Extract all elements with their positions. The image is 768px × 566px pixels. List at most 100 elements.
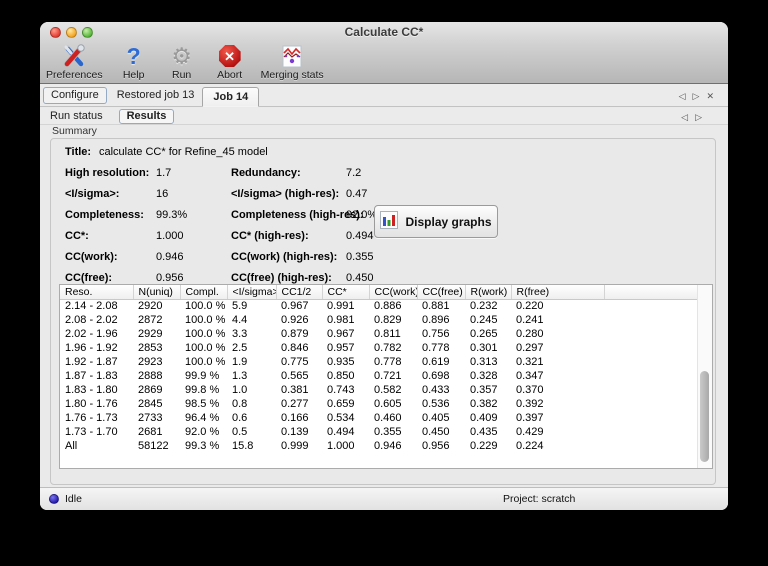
table-cell: 1.87 - 1.83: [65, 370, 118, 382]
display-graphs-button[interactable]: Display graphs: [374, 205, 498, 238]
tab-scroll-left-icon[interactable]: ◁: [679, 91, 686, 102]
table-cell: 2733: [138, 412, 163, 424]
column-header[interactable]: <I/sigma>: [226, 285, 276, 300]
column-header[interactable]: R(work): [464, 285, 511, 300]
summary-label: CC(free):: [65, 272, 113, 284]
table-cell: 0.967: [327, 328, 355, 340]
window-chrome: Calculate CC* Preferences ? Help ⚙ Run ✕…: [40, 22, 728, 84]
tab-run-status[interactable]: Run status: [50, 110, 113, 122]
table-cell: 1.9: [232, 356, 248, 368]
tab-configure[interactable]: Configure: [43, 87, 107, 104]
table-cell: 0.981: [327, 314, 355, 326]
subtab-scroll-right-icon[interactable]: ▷: [695, 112, 702, 123]
abort-button[interactable]: ✕ Abort: [213, 43, 247, 83]
job-tab-bar: Configure Restored job 13 Job 14 ◁ ▷ ✕: [40, 84, 728, 107]
table-cell: 0.347: [516, 370, 544, 382]
statusbar: Idle Project: scratch: [40, 488, 728, 510]
column-header[interactable]: N(uniq): [132, 285, 180, 300]
table-row[interactable]: 1.76 - 1.73 2733 96.4 % 0.6 0.166 0.534 0.460 0…: [60, 411, 697, 425]
app-window: Calculate CC* Preferences ? Help ⚙ Run ✕…: [40, 22, 728, 510]
table-row[interactable]: 1.92 - 1.87 2923 100.0 % 1.9 0.775 0.935 0.778…: [60, 355, 697, 369]
table-row[interactable]: 2.08 - 2.02 2872 100.0 % 4.4 0.926 0.981 0.829…: [60, 313, 697, 327]
tab-job-14[interactable]: Job 14: [202, 87, 260, 107]
summary-label: <I/sigma>:: [65, 188, 120, 200]
summary-label: CC(work):: [65, 251, 118, 263]
table-cell: 0.619: [422, 356, 450, 368]
table-cell: 0.946: [374, 440, 402, 452]
table-cell: 0.435: [470, 426, 498, 438]
tab-scroll-right-icon[interactable]: ▷: [693, 91, 700, 102]
table-cell: 0.881: [422, 300, 450, 313]
column-header[interactable]: CC(work): [368, 285, 417, 300]
table-cell: 0.450: [422, 426, 450, 438]
preferences-label: Preferences: [46, 69, 103, 81]
table-cell: 0.698: [422, 370, 450, 382]
table-cell: 1.3: [232, 370, 248, 382]
table-row[interactable]: All 58122 99.3 % 15.8 0.999 1.000 0.946 0.956 0.…: [60, 439, 697, 453]
table-cell: 1.73 - 1.70: [65, 426, 118, 438]
toolbar: Preferences ? Help ⚙ Run ✕ Abort Merging…: [46, 43, 324, 83]
tab-close-icon[interactable]: ✕: [706, 91, 714, 102]
table-header-row: Reso. N(uniq) Compl. <I/sigma> CC1/2 CC* CC(wo…: [60, 285, 697, 300]
table-cell: 100.0 %: [185, 300, 226, 313]
subtab-scroll-left-icon[interactable]: ◁: [681, 112, 688, 123]
table-cell: 2.5: [232, 342, 248, 354]
table-cell: 99.8 %: [185, 384, 220, 396]
table-cell: All: [65, 440, 78, 452]
table-row[interactable]: 1.83 - 1.80 2869 99.8 % 1.0 0.381 0.743 0.582 0…: [60, 383, 697, 397]
table-cell: 0.879: [281, 328, 309, 340]
table-cell: 2923: [138, 356, 163, 368]
table-cell: 0.494: [327, 426, 355, 438]
table-cell: 0.355: [374, 426, 402, 438]
summary-label: Redundancy:: [231, 167, 301, 179]
column-header[interactable]: CC*: [321, 285, 369, 300]
table-cell: 0.721: [374, 370, 402, 382]
preferences-button[interactable]: Preferences: [46, 43, 103, 83]
table-cell: 0.241: [516, 314, 544, 326]
table-cell: 1.000: [327, 440, 355, 452]
table-cell: 0.397: [516, 412, 544, 424]
table-cell: 0.245: [470, 314, 498, 326]
table-row[interactable]: 1.80 - 1.76 2845 98.5 % 0.8 0.277 0.659 0.605 0…: [60, 397, 697, 411]
table-cell: 0.967: [281, 300, 309, 313]
table-scrollbar[interactable]: [697, 285, 712, 468]
table-row[interactable]: 2.02 - 1.96 2929 100.0 % 3.3 0.879 0.967 0.811…: [60, 327, 697, 341]
table-cell: 2.08 - 2.02: [65, 314, 118, 326]
table-scrollbar-thumb[interactable]: [700, 371, 709, 462]
column-header[interactable]: R(free): [510, 285, 604, 300]
table-cell: 0.886: [374, 300, 402, 313]
table-cell: 0.313: [470, 356, 498, 368]
tools-icon: [61, 43, 87, 69]
tab-results[interactable]: Results: [118, 108, 175, 124]
summary-value: 0.47: [346, 188, 368, 200]
titlebar[interactable]: Calculate CC*: [40, 22, 728, 42]
table-row[interactable]: 1.96 - 1.92 2853 100.0 % 2.5 0.846 0.957 0.782…: [60, 341, 697, 355]
table-cell: 0.846: [281, 342, 309, 354]
table-cell: 0.382: [470, 398, 498, 410]
run-button[interactable]: ⚙ Run: [165, 43, 199, 83]
column-header[interactable]: CC1/2: [275, 285, 322, 300]
summary-label: CC(work) (high-res):: [231, 251, 338, 263]
table-row[interactable]: 1.87 - 1.83 2888 99.9 % 1.3 0.565 0.850 0.721 0…: [60, 369, 697, 383]
help-button[interactable]: ? Help: [117, 43, 151, 83]
column-header[interactable]: CC(free): [416, 285, 465, 300]
column-header[interactable]: Reso.: [60, 285, 133, 300]
summary-value: 0.956: [156, 272, 184, 284]
table-cell: 2888: [138, 370, 163, 382]
table-row[interactable]: 1.73 - 1.70 2681 92.0 % 0.5 0.139 0.494 0.355 0…: [60, 425, 697, 439]
table-cell: 0.460: [374, 412, 402, 424]
column-header[interactable]: Compl.: [179, 285, 227, 300]
merging-stats-button[interactable]: Merging stats: [261, 43, 324, 83]
table-cell: 0.6: [232, 412, 248, 424]
table-cell: 92.0 %: [185, 426, 220, 438]
table-row[interactable]: 2.14 - 2.08 2920 100.0 % 5.9 0.967 0.991 0.886…: [60, 299, 697, 313]
table-cell: 0.991: [327, 300, 355, 313]
summary-label: CC* (high-res):: [231, 230, 309, 242]
table-cell: 0.536: [422, 398, 450, 410]
table-cell: 0.829: [374, 314, 402, 326]
table-cell: 0.232: [470, 300, 498, 313]
table-cell: 0.321: [516, 356, 544, 368]
summary-section-label[interactable]: Summary: [52, 125, 97, 137]
tab-restored-job-13[interactable]: Restored job 13: [109, 89, 203, 106]
table-cell: 5.9: [232, 300, 248, 313]
